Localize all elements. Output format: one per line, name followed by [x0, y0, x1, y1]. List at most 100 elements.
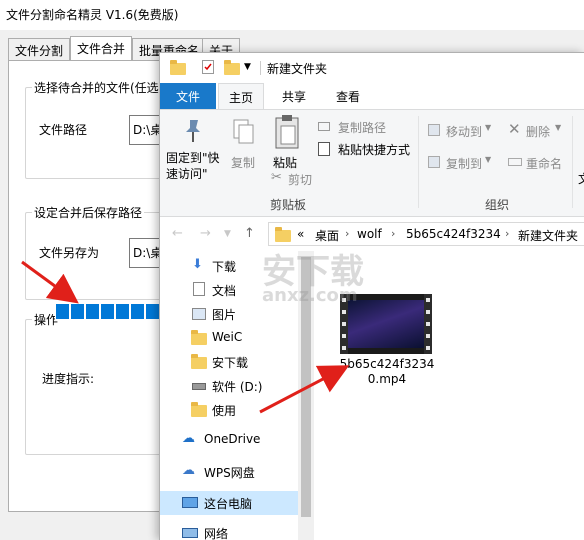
- video-frame: [348, 300, 424, 348]
- breadcrumb-folder[interactable]: 5b65c424f3234: [406, 227, 501, 241]
- nav-item-label: 安下载: [212, 356, 249, 370]
- progress-segment: [56, 304, 69, 319]
- breadcrumb-overflow[interactable]: «: [297, 227, 304, 241]
- ribbon-home: 固定到"快 速访问" 复制 粘贴 复制路径 粘贴快捷方式 ✂ 剪切 剪贴板 移动…: [160, 109, 584, 217]
- chevron-down-icon: ▼: [485, 155, 492, 164]
- tab-file-split[interactable]: 文件分割: [8, 38, 71, 60]
- recent-dropdown-icon[interactable]: ▼: [224, 229, 231, 239]
- film-hole: [342, 346, 346, 350]
- rename-icon: [508, 158, 522, 166]
- paste-button[interactable]: 粘贴: [273, 154, 297, 171]
- new-folder-icon[interactable]: [224, 60, 240, 75]
- nav-item-label: 软件 (D:): [212, 380, 263, 394]
- progress-segment: [131, 304, 144, 319]
- ribbon-divider: [572, 116, 573, 208]
- folder-icon: [191, 402, 207, 417]
- chevron-right-icon[interactable]: ›: [505, 227, 509, 240]
- file-name[interactable]: 5b65c424f3234 0.mp4: [322, 357, 452, 387]
- nav-item-label: 使用: [212, 404, 237, 418]
- film-hole: [426, 322, 430, 326]
- computer-icon: [182, 497, 198, 508]
- network-icon: [182, 528, 198, 538]
- copy-path-button[interactable]: 复制路径: [338, 119, 386, 136]
- tab-home[interactable]: 主页: [218, 83, 265, 110]
- nav-item-wps[interactable]: ☁ WPS网盘: [160, 460, 314, 484]
- film-hole: [342, 322, 346, 326]
- cut-button[interactable]: 剪切: [288, 171, 312, 188]
- back-arrow-icon[interactable]: ←: [172, 226, 183, 241]
- explorer-window: ▼ 新建文件夹 文件 主页 共享 查看 固定到"快 速访问" 复制 粘贴 复制路…: [159, 52, 584, 540]
- window-title: 文件分割命名精灵 V1.6(免费版): [0, 0, 584, 30]
- cloud-icon: ☁: [182, 431, 195, 446]
- explorer-title: 新建文件夹: [267, 62, 328, 76]
- address-bar[interactable]: « 桌面 › wolf › 5b65c424f3234 › 新建文件夹: [268, 222, 584, 246]
- delete-button[interactable]: 删除: [526, 123, 550, 140]
- film-hole: [426, 310, 430, 314]
- nav-item-label: 图片: [212, 308, 237, 322]
- breadcrumb-wolf[interactable]: wolf: [357, 227, 382, 241]
- tab-share[interactable]: 共享: [272, 83, 316, 109]
- film-hole: [426, 346, 430, 350]
- copy-path-icon: [318, 122, 330, 131]
- copy-to-button[interactable]: 复制到: [446, 155, 482, 172]
- move-to-button[interactable]: 移动到: [446, 123, 482, 140]
- chevron-down-icon: ▼: [555, 123, 562, 132]
- copy-button[interactable]: 复制: [231, 154, 255, 171]
- document-icon: [193, 282, 205, 296]
- address-row: ← → ▼ ↑ « 桌面 › wolf › 5b65c424f3234 › 新建…: [160, 217, 584, 251]
- pin-quick-access-button[interactable]: 固定到"快 速访问": [166, 150, 220, 182]
- breadcrumb-desktop[interactable]: 桌面: [315, 227, 339, 244]
- nav-item-use[interactable]: 使用: [160, 398, 314, 422]
- copy-icon[interactable]: [232, 118, 256, 146]
- toolbar-divider: [260, 61, 261, 75]
- clipboard-group-label: 剪贴板: [270, 198, 307, 212]
- merge-source-group-title: 选择待合并的文件(任选: [32, 79, 161, 96]
- progress-segment: [71, 304, 84, 319]
- tab-view[interactable]: 查看: [326, 83, 370, 109]
- download-icon: ⬇: [192, 257, 203, 272]
- film-hole: [342, 310, 346, 314]
- film-hole: [426, 298, 430, 302]
- breadcrumb-current[interactable]: 新建文件夹: [518, 227, 578, 244]
- saveas-label: 文件另存为: [39, 246, 100, 260]
- chevron-down-icon[interactable]: ▼: [244, 62, 251, 72]
- progress-label: 进度指示:: [42, 372, 95, 386]
- nav-item-this-pc[interactable]: 这台电脑: [160, 491, 298, 515]
- tab-file-merge[interactable]: 文件合并: [70, 36, 133, 61]
- pin-icon[interactable]: [182, 118, 204, 144]
- nav-item-onedrive[interactable]: ☁ OneDrive: [160, 428, 314, 452]
- file-name-line: 5b65c424f3234: [339, 357, 435, 371]
- scissors-icon: ✂: [271, 170, 282, 185]
- folder-icon: [170, 60, 186, 75]
- nav-item-drive-d[interactable]: 软件 (D:): [160, 374, 314, 398]
- paste-shortcut-button[interactable]: 粘贴快捷方式: [338, 141, 410, 158]
- forward-arrow-icon[interactable]: →: [200, 226, 211, 241]
- paste-icon[interactable]: [274, 114, 300, 150]
- move-to-icon: [428, 124, 440, 136]
- nav-item-label: OneDrive: [204, 432, 261, 446]
- folder-icon: [191, 354, 207, 369]
- nav-item-anxz[interactable]: 安下载: [160, 350, 314, 374]
- tab-file[interactable]: 文件: [160, 83, 216, 109]
- ribbon-tabs: 文件 主页 共享 查看: [160, 83, 584, 110]
- film-hole: [342, 334, 346, 338]
- nav-item-network[interactable]: 网络: [160, 521, 314, 540]
- nav-item-weic[interactable]: WeiC: [160, 326, 314, 350]
- progress-bar: [55, 303, 160, 320]
- delete-icon: ✕: [508, 120, 521, 138]
- nav-item-label: 下载: [212, 260, 237, 274]
- ribbon-divider: [418, 116, 419, 208]
- chevron-right-icon[interactable]: ›: [345, 227, 349, 240]
- organize-group-label: 组织: [485, 198, 510, 212]
- up-arrow-icon[interactable]: ↑: [244, 226, 255, 241]
- nav-item-label: 文档: [212, 284, 237, 298]
- folder-icon: [275, 227, 291, 242]
- rename-button[interactable]: 重命名: [526, 155, 562, 172]
- progress-segment: [146, 304, 159, 319]
- nav-item-label: WeiC: [212, 330, 243, 344]
- picture-icon: [192, 308, 206, 320]
- chevron-down-icon: ▼: [485, 123, 492, 132]
- properties-icon[interactable]: [202, 60, 214, 74]
- chevron-right-icon[interactable]: ›: [391, 227, 395, 240]
- film-strip-right: [424, 294, 432, 354]
